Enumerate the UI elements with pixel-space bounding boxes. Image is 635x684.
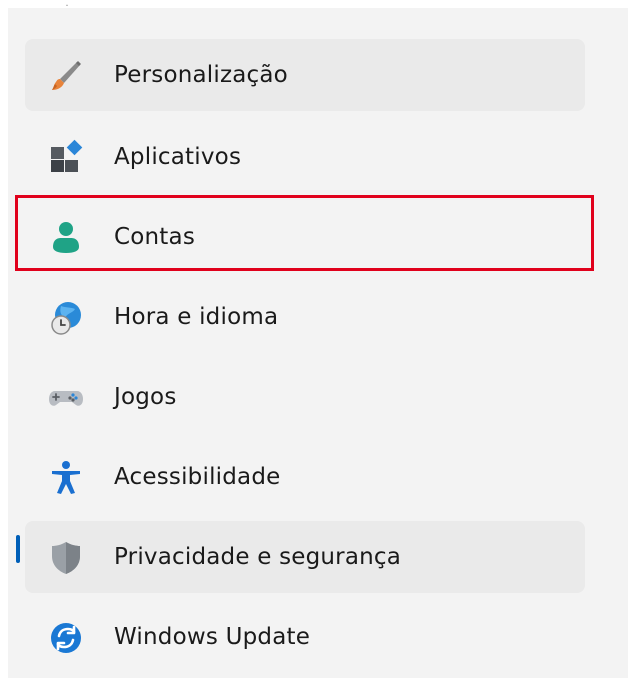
accessibility-icon — [52, 461, 80, 494]
sidebar-item-label: Windows Update — [114, 624, 311, 650]
settings-sidebar: ˙ Personalização Aplicativos Contas Hora… — [8, 3, 628, 678]
sidebar-item-contas[interactable]: Contas — [25, 201, 585, 273]
sidebar-item-windows-update[interactable]: Windows Update — [25, 601, 585, 673]
sidebar-item-personalizacao[interactable]: Personalização — [25, 39, 585, 111]
apps-icon — [51, 139, 83, 172]
sidebar-item-jogos[interactable]: Jogos — [25, 361, 585, 433]
shield-icon — [52, 542, 80, 574]
sidebar-item-label: Privacidade e segurança — [114, 544, 402, 570]
sidebar-item-hora-e-idioma[interactable]: Hora e idioma — [25, 281, 585, 353]
scroll-caret-icon: ˙ — [64, 3, 70, 17]
person-icon — [53, 222, 79, 253]
sidebar-item-label: Contas — [114, 224, 196, 250]
sidebar-item-label: Acessibilidade — [114, 464, 281, 490]
globe-clock-icon — [51, 302, 81, 335]
selection-indicator — [16, 535, 20, 563]
sidebar-item-label: Hora e idioma — [114, 304, 279, 330]
sidebar-item-acessibilidade[interactable]: Acessibilidade — [25, 441, 585, 513]
sidebar-item-label: Aplicativos — [114, 144, 242, 170]
sidebar-item-privacidade-e-seguranca[interactable]: Privacidade e segurança — [25, 521, 585, 593]
gamepad-icon — [49, 391, 83, 406]
refresh-icon — [51, 623, 81, 653]
sidebar-item-label: Jogos — [114, 384, 177, 410]
brush-icon — [52, 61, 81, 90]
sidebar-item-aplicativos[interactable]: Aplicativos — [25, 121, 585, 193]
sidebar-item-label: Personalização — [114, 62, 288, 88]
